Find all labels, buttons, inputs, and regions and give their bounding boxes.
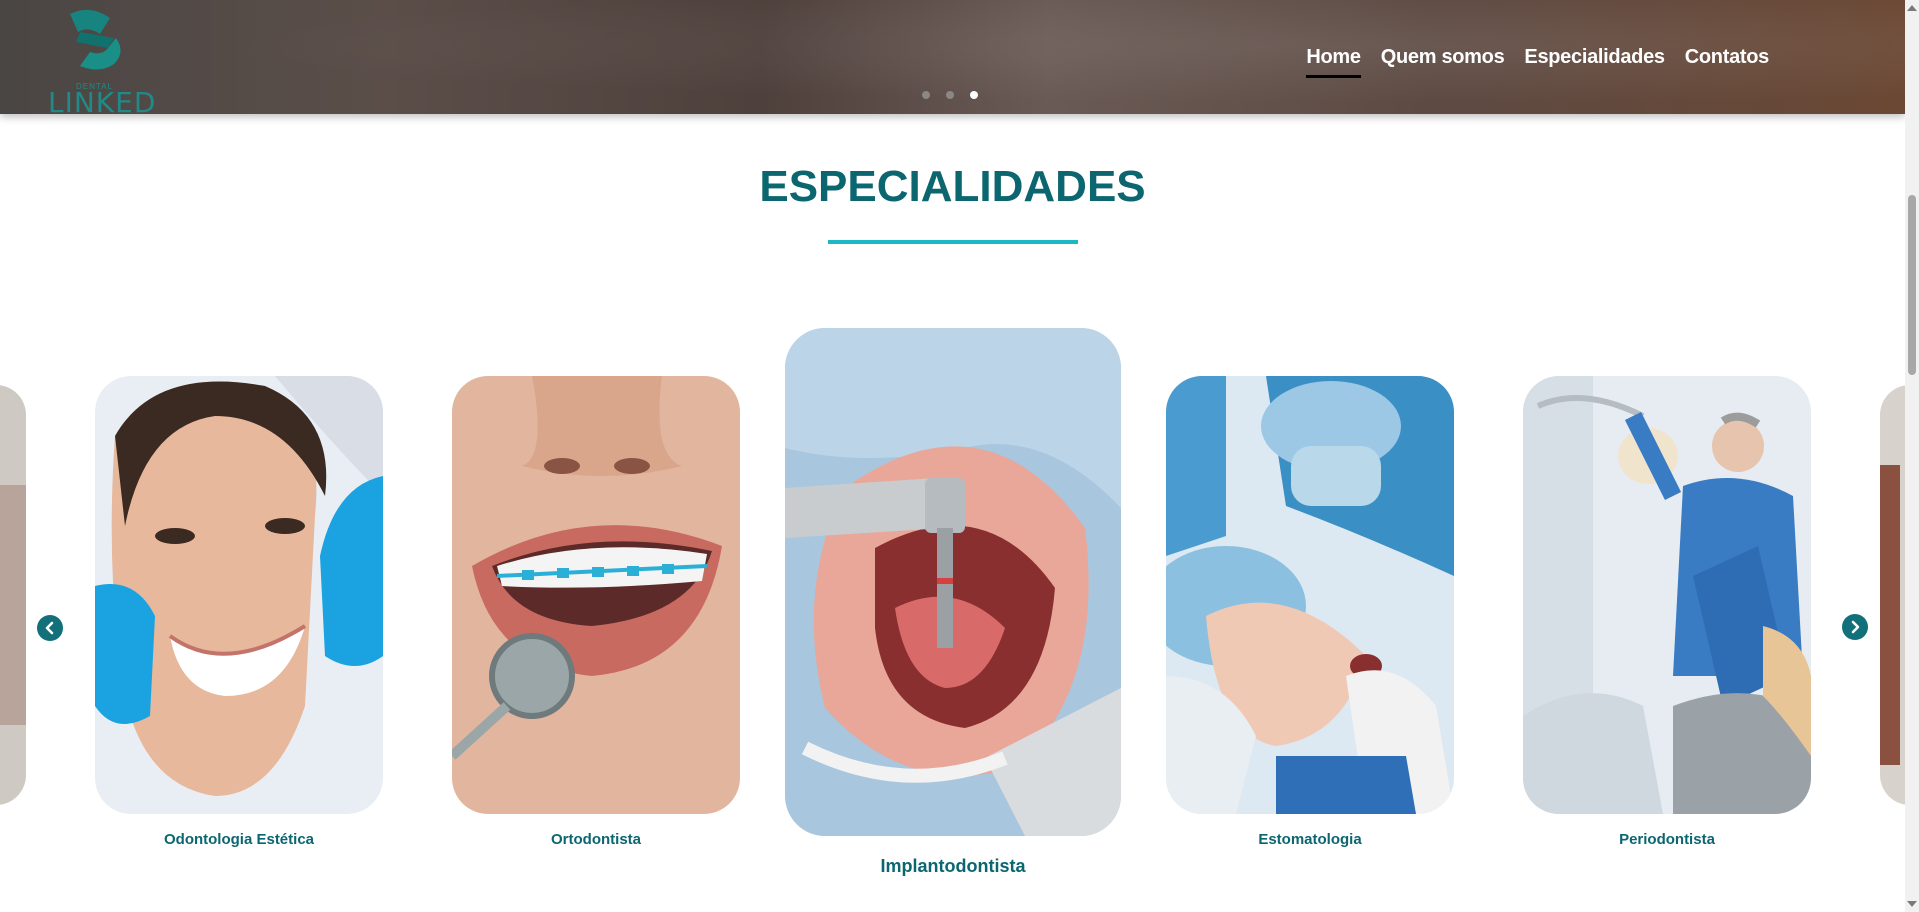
carousel-card-image[interactable] <box>95 376 383 814</box>
nav-home[interactable]: Home <box>1306 46 1361 78</box>
carousel-card-partial-left[interactable] <box>0 385 26 805</box>
carousel-next-button[interactable] <box>1842 614 1868 640</box>
card-label[interactable]: Ortodontista <box>452 831 740 848</box>
dentist-clipboard-photo <box>1523 376 1811 814</box>
chevron-right-icon <box>1851 620 1860 634</box>
slider-dot-3[interactable] <box>970 91 978 99</box>
nav-contatos[interactable]: Contatos <box>1685 46 1770 78</box>
smiling-woman-photo <box>95 376 383 814</box>
carousel-card-image[interactable] <box>1523 376 1811 814</box>
scrollbar-thumb[interactable] <box>1908 195 1916 375</box>
card-label-featured[interactable]: Implantodontista <box>785 856 1121 877</box>
slider-dots <box>922 91 978 99</box>
dental-surgery-photo <box>1166 376 1454 814</box>
carousel-card-image[interactable] <box>1166 376 1454 814</box>
carousel-prev-button[interactable] <box>37 615 63 641</box>
dental-implant-photo <box>785 328 1121 836</box>
site-logo[interactable]: DENTAL LINKED <box>46 4 157 115</box>
logo-wordmark: LINKED <box>48 86 157 115</box>
carousel-card-image[interactable] <box>452 376 740 814</box>
nav-especialidades[interactable]: Especialidades <box>1524 46 1665 78</box>
braces-photo <box>452 376 740 814</box>
logo-mark-icon <box>70 9 121 70</box>
card-label[interactable]: Periodontista <box>1523 831 1811 848</box>
scroll-up-arrow-icon[interactable] <box>1907 5 1917 11</box>
slider-dot-1[interactable] <box>922 91 930 99</box>
slider-dot-2[interactable] <box>946 91 954 99</box>
nav-quem-somos[interactable]: Quem somos <box>1381 46 1505 78</box>
section-title: ESPECIALIDADES <box>759 162 1146 211</box>
main-nav: Home Quem somos Especialidades Contatos <box>1306 46 1769 78</box>
chevron-left-icon <box>45 621 54 635</box>
carousel-card-image-featured[interactable] <box>785 328 1121 836</box>
title-underline <box>828 240 1078 244</box>
scroll-down-arrow-icon[interactable] <box>1907 901 1917 907</box>
card-label[interactable]: Odontologia Estética <box>95 831 383 848</box>
card-label[interactable]: Estomatologia <box>1166 831 1454 848</box>
partial-photo-left <box>0 385 26 805</box>
page-scrollbar[interactable] <box>1905 0 1919 912</box>
hero-header: DENTAL LINKED Home Quem somos Especialid… <box>0 0 1905 114</box>
